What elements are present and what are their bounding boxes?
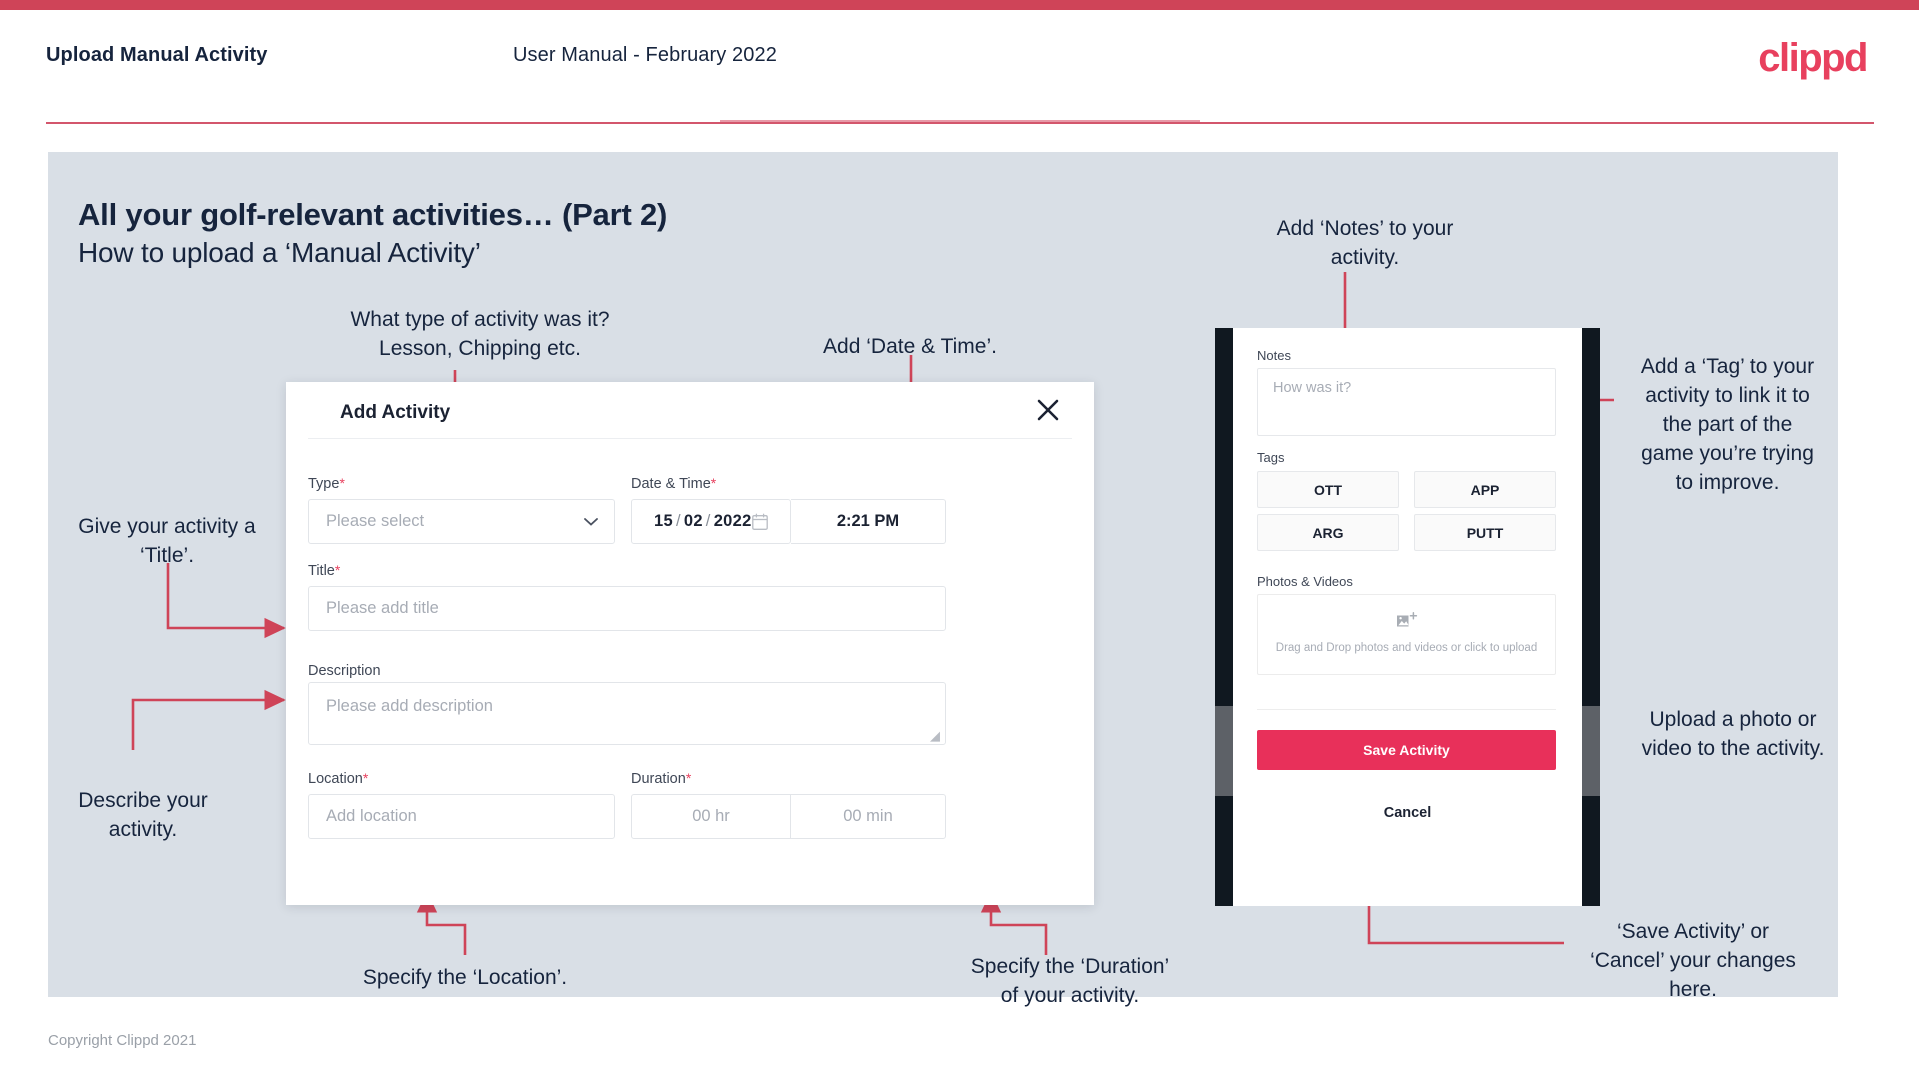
tag-button-putt[interactable]: PUTT	[1414, 514, 1556, 551]
phone-mockup: Notes How was it? Tags OTT APP ARG PUTT …	[1215, 328, 1600, 906]
location-label: Location*	[308, 770, 368, 787]
annotation-type: What type of activity was it? Lesson, Ch…	[350, 308, 610, 360]
tag-button-arg[interactable]: ARG	[1257, 514, 1399, 551]
description-textarea[interactable]: Please add description ◢	[308, 682, 946, 745]
date-month: 02	[683, 512, 703, 530]
chevron-down-icon	[584, 517, 598, 526]
notes-label: Notes	[1257, 348, 1291, 363]
annotation-datetime: Add ‘Date & Time’.	[823, 335, 997, 358]
date-day: 15	[654, 512, 673, 530]
description-label: Description	[308, 663, 381, 679]
phone-divider	[1257, 709, 1556, 710]
header-divider-soft	[720, 120, 1200, 122]
tags-label: Tags	[1257, 450, 1285, 465]
resize-handle-icon[interactable]: ◢	[930, 729, 942, 742]
annotation-location: Specify the ‘Location’.	[362, 966, 568, 989]
slide-subtitle: How to upload a ‘Manual Activity’	[78, 237, 481, 268]
top-accent-bar	[0, 0, 1919, 10]
type-label: Type*	[308, 475, 345, 492]
notes-placeholder: How was it?	[1273, 380, 1352, 396]
dialog-header: Add Activity	[286, 382, 1094, 436]
title-required-marker: *	[334, 562, 341, 578]
annotation-notes: Add ‘Notes’ to your activity.	[1276, 217, 1454, 269]
date-sep-1: /	[675, 512, 681, 530]
title-input[interactable]: Please add title	[308, 586, 946, 631]
phone-bezel-left	[1215, 328, 1233, 906]
date-year: 2022	[713, 512, 752, 530]
slide-page: Upload Manual Activity User Manual - Feb…	[0, 0, 1919, 1079]
annotation-tags: Add a ‘Tag’ to your activity to link it …	[1640, 355, 1815, 494]
description-placeholder: Please add description	[326, 697, 493, 715]
duration-label: Duration*	[631, 770, 691, 787]
title-label: Title*	[308, 562, 340, 579]
location-input[interactable]: Add location	[308, 794, 615, 839]
location-required-marker: *	[362, 770, 369, 786]
dialog-title: Add Activity	[340, 402, 451, 423]
header-subtitle: User Manual - February 2022	[513, 44, 777, 66]
duration-hours-input[interactable]: 00 hr	[631, 794, 791, 839]
annotation-upload: Upload a photo or video to the activity.	[1641, 708, 1825, 760]
tag-button-ott[interactable]: OTT	[1257, 471, 1399, 508]
slide-title: All your golf-relevant activities… (Part…	[78, 197, 668, 232]
cancel-button[interactable]: Cancel	[1233, 805, 1582, 821]
dialog-divider	[308, 438, 1072, 439]
duration-required-marker: *	[685, 770, 692, 786]
copyright-text: Copyright Clippd 2021	[48, 1032, 197, 1049]
datetime-required-marker: *	[710, 475, 717, 491]
notes-textarea[interactable]: How was it?	[1257, 368, 1556, 436]
date-input[interactable]: 15/02/2022	[631, 499, 791, 544]
annotation-duration: Specify the ‘Duration’ of your activity.	[970, 955, 1170, 1007]
type-required-marker: *	[339, 475, 345, 491]
title-label-text: Title	[308, 563, 335, 579]
phone-bezel-right-accent	[1582, 706, 1600, 796]
time-input[interactable]: 2:21 PM	[791, 499, 946, 544]
duration-minutes-input[interactable]: 00 min	[791, 794, 946, 839]
close-icon[interactable]	[1034, 396, 1062, 424]
phone-bezel-left-accent	[1215, 706, 1233, 796]
add-image-icon	[1396, 612, 1417, 627]
annotation-describe: Describe your activity.	[78, 789, 208, 841]
header-divider	[46, 122, 1874, 124]
header-title: Upload Manual Activity	[46, 44, 268, 66]
calendar-icon[interactable]	[752, 513, 768, 530]
phone-bezel-right	[1582, 328, 1600, 906]
phone-screen: Notes How was it? Tags OTT APP ARG PUTT …	[1233, 328, 1582, 906]
photo-dropzone[interactable]: Drag and Drop photos and videos or click…	[1257, 594, 1556, 675]
type-label-text: Type	[308, 476, 340, 492]
datetime-label: Date & Time*	[631, 475, 716, 492]
location-placeholder: Add location	[326, 807, 417, 825]
tag-button-app[interactable]: APP	[1414, 471, 1556, 508]
duration-label-text: Duration	[631, 771, 686, 787]
save-activity-button[interactable]: Save Activity	[1257, 730, 1556, 770]
location-label-text: Location	[308, 771, 363, 787]
type-select[interactable]: Please select	[308, 499, 615, 544]
date-sep-2: /	[705, 512, 711, 530]
annotation-title: Give your activity a ‘Title’.	[78, 515, 256, 567]
dropzone-text: Drag and Drop photos and videos or click…	[1275, 642, 1538, 654]
title-placeholder: Please add title	[326, 599, 439, 617]
type-placeholder: Please select	[326, 512, 425, 530]
add-activity-dialog: Add Activity Type* Please select Date & …	[286, 382, 1094, 905]
datetime-label-text: Date & Time	[631, 476, 711, 492]
annotation-save: ‘Save Activity’ or ‘Cancel’ your changes…	[1590, 920, 1796, 1001]
clippd-logo: clippd	[1758, 36, 1868, 80]
photos-label: Photos & Videos	[1257, 574, 1353, 589]
